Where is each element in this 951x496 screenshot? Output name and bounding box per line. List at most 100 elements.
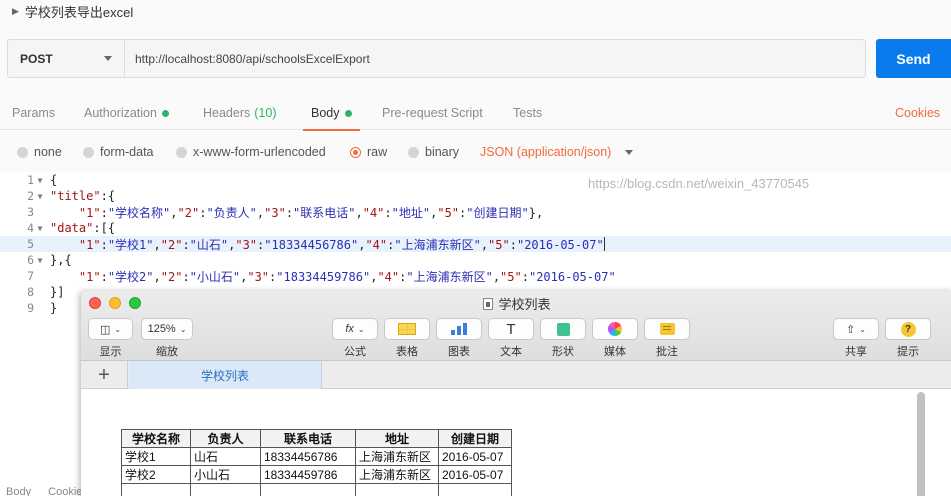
radio-none[interactable]: none [17,140,62,164]
table-cell[interactable]: 上海浦东新区 [355,447,439,466]
tab-tests[interactable]: Tests [513,96,542,130]
view-button[interactable]: ◫ ⌄ 显示 [88,318,133,359]
table-cell[interactable]: 18334459786 [260,465,356,484]
screen: ▶ 学校列表导出excel POST http://localhost:8080… [0,0,951,496]
code-line: 3 "1":"学校名称","2":"负责人","3":"联系电话","4":"地… [0,204,951,220]
text-icon: T [488,318,534,340]
code-text: { [50,173,58,187]
line-number: 8 [27,285,34,299]
toolbar-label: 共享 [845,346,867,358]
table-cell[interactable] [121,483,191,496]
toolbar-label: 批注 [656,346,678,358]
column-header[interactable]: 联系电话 [260,429,356,448]
spreadsheet-table: 学校名称 负责人 联系电话 地址 创建日期 学校1 山石 18334456786… [121,429,512,496]
table-row: 学校1 山石 18334456786 上海浦东新区 2016-05-07 [121,447,512,466]
tab-body[interactable]: Body [303,96,359,131]
tab-authorization[interactable]: Authorization [84,96,169,130]
radio-form-data[interactable]: form-data [83,140,154,164]
table-cell[interactable] [190,483,261,496]
table-icon [398,323,416,335]
method-label: POST [20,51,53,66]
table-button[interactable]: 表格 [384,318,430,359]
content-type-label: JSON (application/json) [480,145,612,159]
formula-button[interactable]: fx ⌄ 公式 [332,318,378,359]
spreadsheet-doc-icon [483,298,494,310]
code-text: "1":"学校名称","2":"负责人","3":"联系电话","4":"地址"… [78,205,544,220]
fold-arrow-icon[interactable]: ▼ [34,256,46,265]
code-line: 7 "1":"学校2","2":"小山石","3":"18334459786",… [0,268,951,284]
add-sheet-icon[interactable]: + [81,361,128,389]
table-cell[interactable]: 学校2 [121,465,191,484]
toolbar-label: 媒体 [604,346,626,358]
numbers-toolbar: 学校列表 ◫ ⌄ 显示 125% ⌄ 缩放 fx ⌄ 公式 表格 图表 T 文本… [81,291,951,361]
radio-x-www-form-urlencoded[interactable]: x-www-form-urlencoded [176,140,326,164]
media-icon [608,322,622,336]
response-tab-cookie[interactable]: Cookie [48,486,82,496]
tips-button[interactable]: ? 提示 [885,318,931,359]
response-tabs: Body Cookie [6,486,82,496]
fold-arrow-icon[interactable]: ▼ [34,176,46,185]
window-title-text: 学校列表 [498,297,551,312]
chevron-down-icon [625,149,634,155]
media-button[interactable]: 媒体 [592,318,638,359]
cookies-link[interactable]: Cookies [895,96,940,130]
table-cell[interactable] [355,483,439,496]
toolbar-label: 缩放 [156,346,178,358]
chevron-down-icon [104,56,112,61]
url-input[interactable]: http://localhost:8080/api/schoolsExcelEx… [125,40,865,77]
text-button[interactable]: T 文本 [488,318,534,359]
content-type-select[interactable]: JSON (application/json) [480,140,634,164]
code-text: } [50,301,58,315]
code-text: "1":"学校2","2":"小山石","3":"18334459786","4… [78,269,616,284]
share-button[interactable]: ⇧ ⌄ 共享 [833,318,879,359]
table-cell[interactable] [438,483,512,496]
fold-arrow-icon[interactable]: ▼ [34,224,46,233]
line-number: 7 [27,269,34,283]
column-header[interactable]: 创建日期 [438,429,512,448]
chart-button[interactable]: 图表 [436,318,482,359]
column-header[interactable]: 地址 [355,429,439,448]
radio-binary[interactable]: binary [408,140,459,164]
request-title-row[interactable]: ▶ 学校列表导出excel [0,0,951,22]
zoom-select[interactable]: 125% ⌄ 缩放 [141,318,193,359]
response-tab-body[interactable]: Body [6,486,31,496]
column-header[interactable]: 学校名称 [121,429,191,448]
comment-button[interactable]: 批注 [644,318,690,359]
radio-label: none [34,145,62,159]
column-header[interactable]: 负责人 [190,429,261,448]
shape-button[interactable]: 形状 [540,318,586,359]
sheet-canvas: 学校名称 负责人 联系电话 地址 创建日期 学校1 山石 18334456786… [81,389,951,496]
numbers-window: 学校列表 ◫ ⌄ 显示 125% ⌄ 缩放 fx ⌄ 公式 表格 图表 T 文本… [81,291,951,496]
table-header-row: 学校名称 负责人 联系电话 地址 创建日期 [121,429,512,448]
toolbar-label: 提示 [897,346,919,358]
method-select[interactable]: POST [8,40,125,77]
table-cell[interactable]: 山石 [190,447,261,466]
tips-icon: ? [900,321,916,337]
sheet-tab[interactable]: 学校列表 [129,361,322,389]
radio-raw[interactable]: raw [350,140,387,164]
send-button[interactable]: Send [876,39,951,78]
table-cell[interactable]: 2016-05-07 [438,447,512,466]
chart-icon [451,323,467,335]
tab-headers[interactable]: Headers (10) [203,96,276,130]
table-cell[interactable] [260,483,356,496]
formula-icon: fx ⌄ [332,318,378,340]
toolbar-label: 图表 [448,346,470,358]
vertical-scrollbar[interactable] [917,392,925,496]
table-cell[interactable]: 上海浦东新区 [355,465,439,484]
fold-arrow-icon[interactable]: ▼ [34,192,46,201]
tab-label: Tests [513,106,543,120]
table-cell[interactable]: 2016-05-07 [438,465,512,484]
radio-label: form-data [100,145,154,159]
tab-params[interactable]: Params [12,96,55,130]
zoom-value: 125% [147,323,176,335]
headers-count: (10) [254,106,277,120]
code-line-active: 5 "1":"学校1","2":"山石","3":"18334456786","… [0,236,951,252]
tab-pre-request-script[interactable]: Pre-request Script [382,96,483,130]
table-cell[interactable]: 学校1 [121,447,191,466]
collapse-caret-icon[interactable]: ▶ [12,6,19,17]
table-cell[interactable]: 18334456786 [260,447,356,466]
line-number: 4 [27,221,34,235]
radio-circle-icon [83,146,94,158]
table-cell[interactable]: 小山石 [190,465,261,484]
